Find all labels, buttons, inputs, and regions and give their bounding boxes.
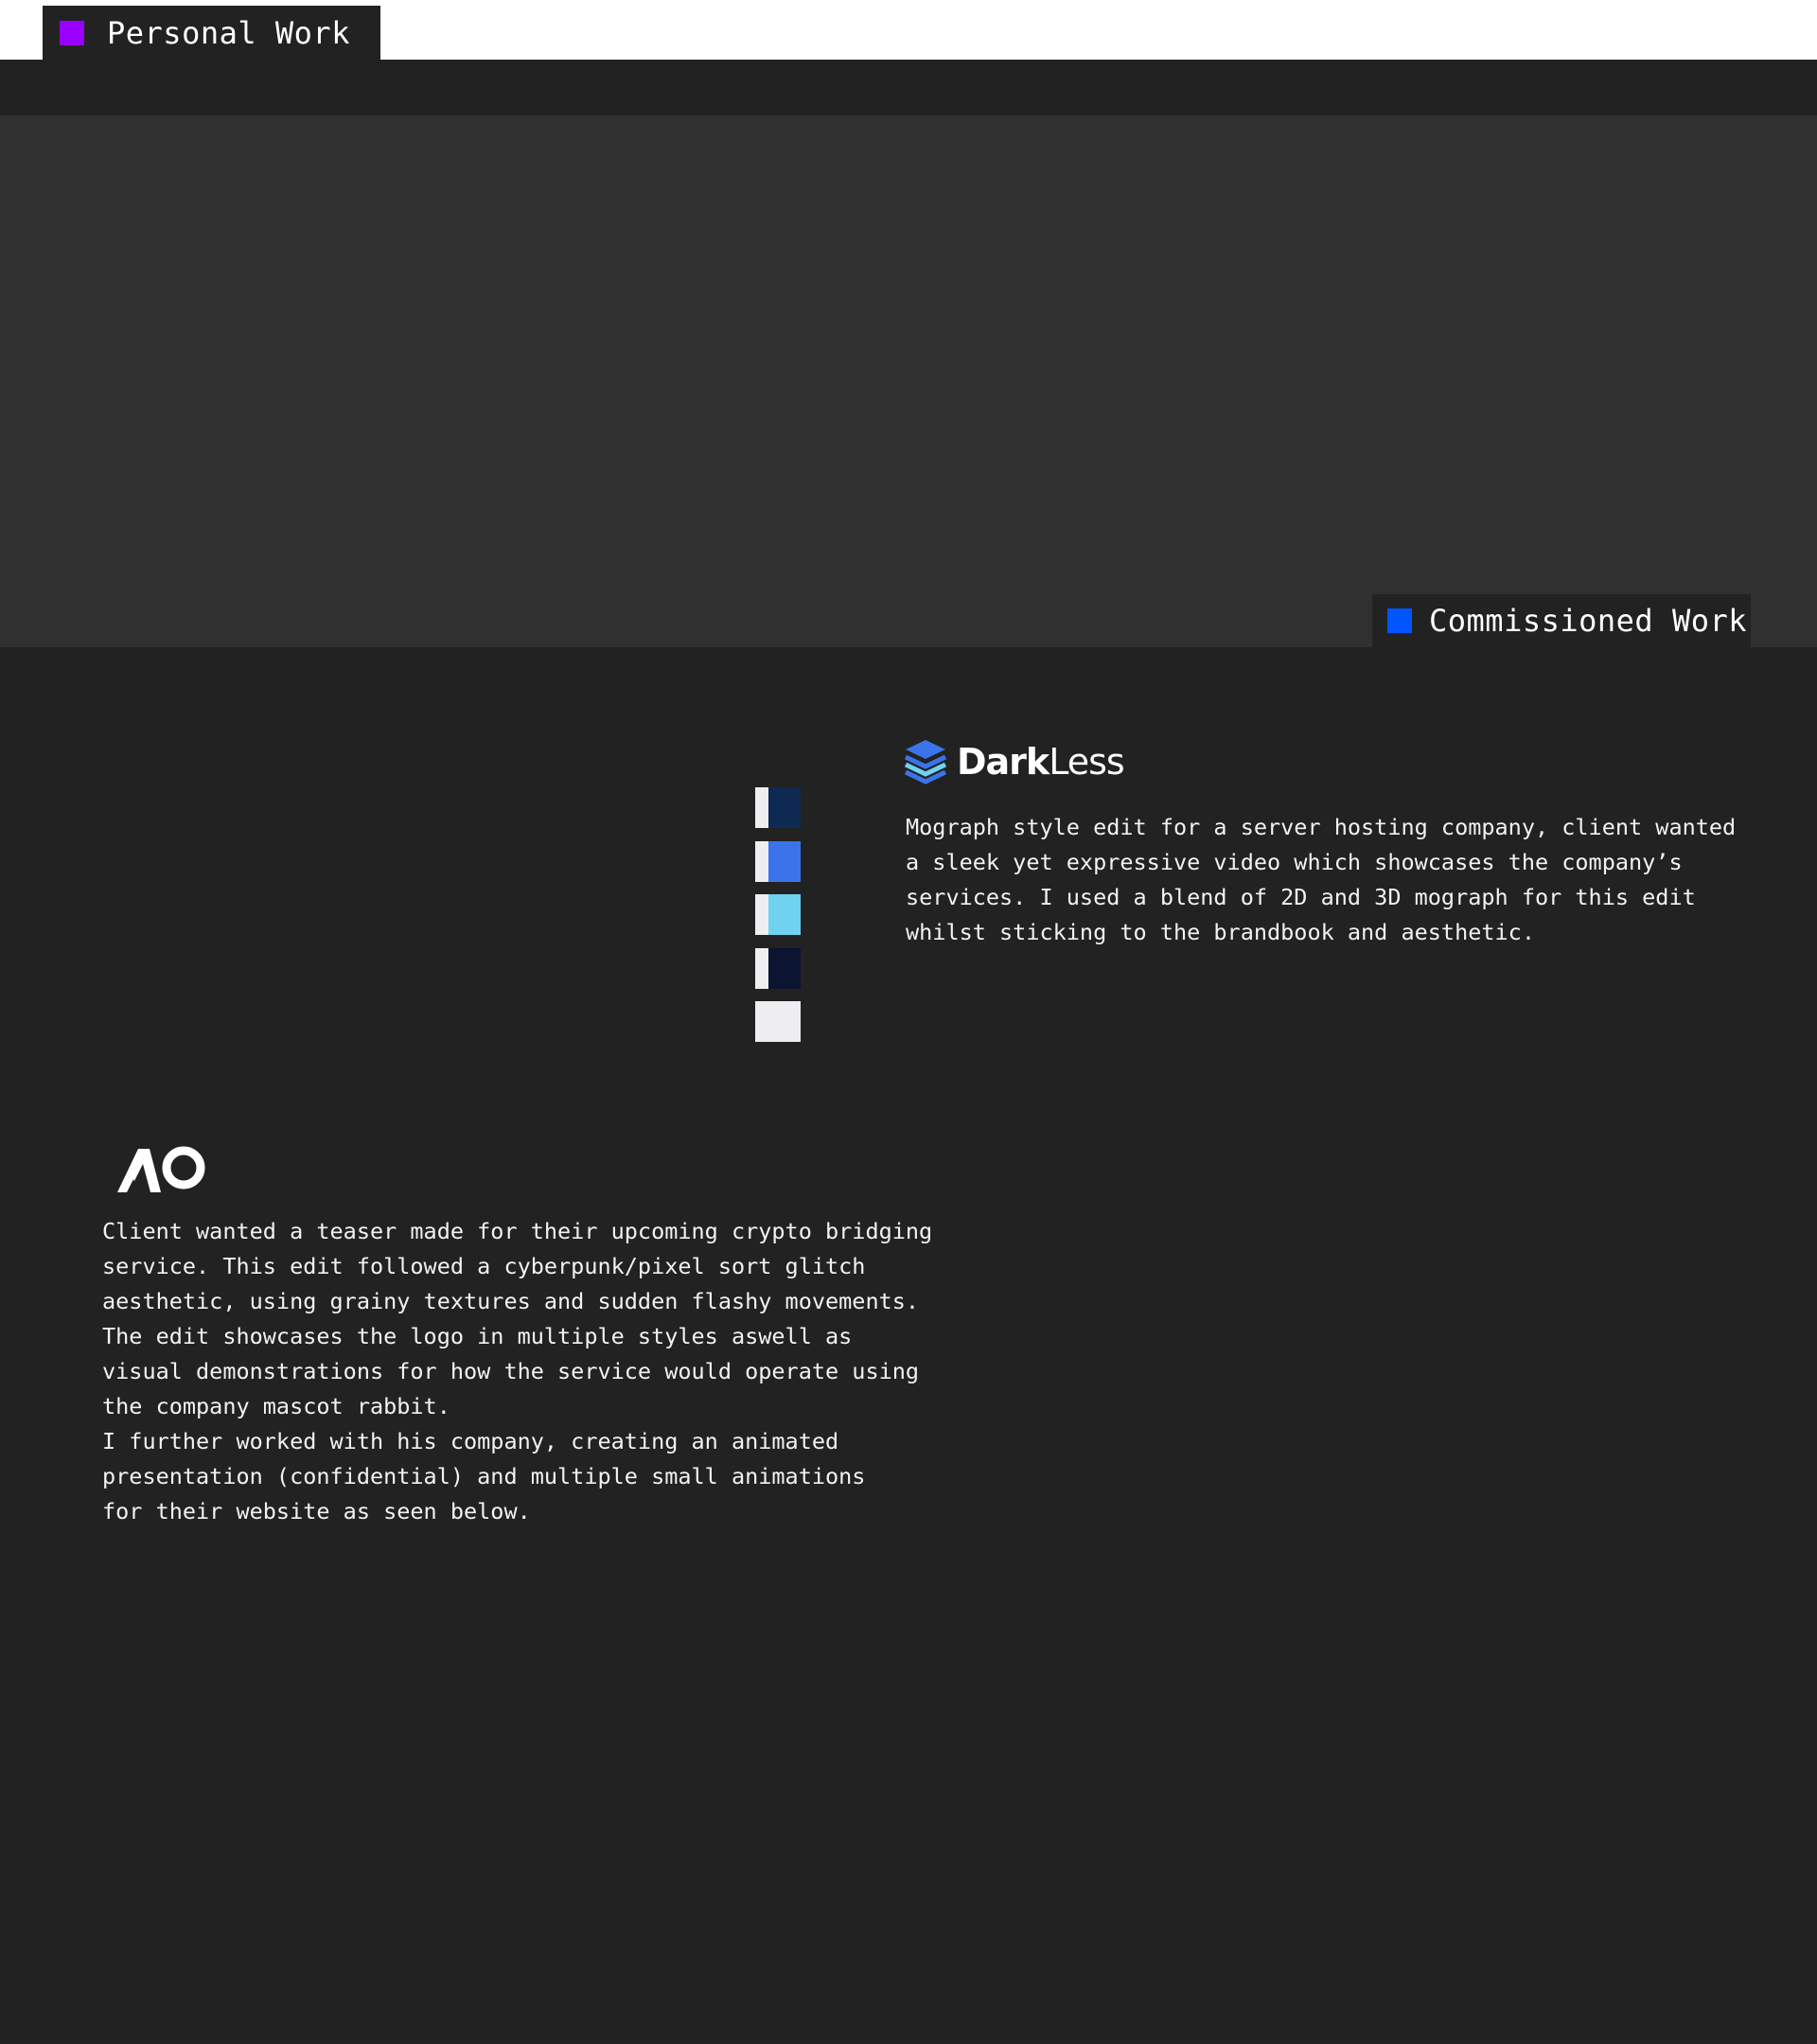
tab-personal-label: Personal Work [107,14,350,51]
palette-chip [755,947,801,989]
tab-commissioned-work[interactable]: Commissioned Work [1372,594,1751,647]
ao-logo [117,1145,208,1198]
palette-chip-fill [768,840,801,882]
palette-chip [755,894,801,935]
darkless-description: Mograph style edit for a server hosting … [906,814,1737,945]
palette-chip-stripe [755,947,768,989]
palette-chip-stripe [755,840,768,882]
media-placeholder [0,115,1817,647]
darkless-wordmark-bold: Dark [957,741,1050,783]
palette-chip [755,1001,801,1042]
tab-commissioned-label: Commissioned Work [1429,603,1748,639]
ao-logo-icon [117,1146,205,1192]
darkless-wordmark: DarkLess [957,741,1125,783]
personal-swatch-icon [60,20,84,45]
commissioned-swatch-icon [1387,608,1412,633]
palette-chip [755,840,801,882]
ao-description: Client wanted a teaser made for their up… [102,1218,933,1524]
darkless-wordmark-light: Less [1049,741,1124,783]
palette-chip-stripe [755,1001,768,1042]
palette-chip-fill [768,1001,801,1042]
darkless-layers-icon [904,740,947,784]
palette-chip-fill [768,947,801,989]
palette-chip [755,787,801,828]
palette-chip-stripe [755,894,768,935]
palette-chip-fill [768,787,801,828]
palette-chip-stripe [755,787,768,828]
darkless-logo: DarkLess [904,738,1125,785]
palette-chip-fill [768,894,801,935]
tab-personal-work[interactable]: Personal Work [43,6,380,60]
